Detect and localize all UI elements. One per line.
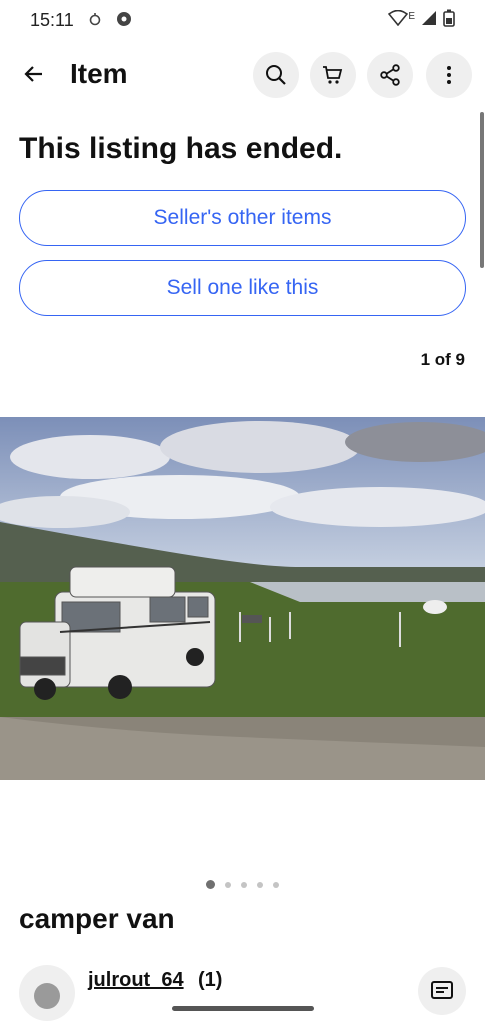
- cart-icon: [323, 66, 343, 84]
- carousel-dot[interactable]: [206, 880, 215, 889]
- app-bar: Item: [0, 46, 485, 102]
- carousel-dot[interactable]: [257, 881, 263, 888]
- scrollbar[interactable]: [480, 112, 484, 268]
- carousel-dot[interactable]: [225, 881, 231, 888]
- cart-button[interactable]: [310, 52, 356, 98]
- listing-ended-title: This listing has ended.: [19, 132, 343, 165]
- signal-icon: [421, 10, 437, 31]
- message-icon: [431, 981, 453, 999]
- sell-one-like-this-button[interactable]: Sell one like this: [19, 260, 466, 316]
- more-options-button[interactable]: [426, 52, 472, 98]
- image-counter: 1 of 9: [420, 350, 465, 369]
- back-arrow-icon: [24, 66, 42, 82]
- search-button[interactable]: [253, 52, 299, 98]
- carousel-dot[interactable]: [241, 881, 247, 888]
- share-button[interactable]: [367, 52, 413, 98]
- seller-row: julrout_64 (1): [0, 965, 485, 1021]
- seller-username-link[interactable]: julrout_64: [88, 969, 184, 992]
- carousel-dot[interactable]: [273, 881, 279, 888]
- back-button[interactable]: [16, 56, 52, 92]
- home-indicator[interactable]: [172, 1006, 314, 1011]
- item-title: camper van: [19, 903, 175, 934]
- location-icon: [116, 11, 132, 30]
- status-bar: 15:11 E: [0, 0, 485, 40]
- seller-feedback-count: (1): [198, 969, 223, 991]
- sync-icon: [88, 12, 102, 29]
- network-type-label: E: [408, 10, 415, 22]
- share-icon: [380, 64, 400, 86]
- message-seller-button[interactable]: [418, 967, 466, 1015]
- wifi-icon: [388, 9, 409, 31]
- carousel-dots[interactable]: [0, 880, 485, 889]
- battery-icon: [443, 9, 455, 32]
- search-icon: [266, 65, 286, 85]
- avatar[interactable]: [19, 965, 75, 1021]
- status-time: 15:11: [30, 9, 74, 30]
- page-title: Item: [70, 58, 128, 89]
- more-vert-icon: [447, 66, 451, 84]
- listing-photo[interactable]: [0, 417, 485, 780]
- sellers-other-items-button[interactable]: Seller's other items: [19, 190, 466, 246]
